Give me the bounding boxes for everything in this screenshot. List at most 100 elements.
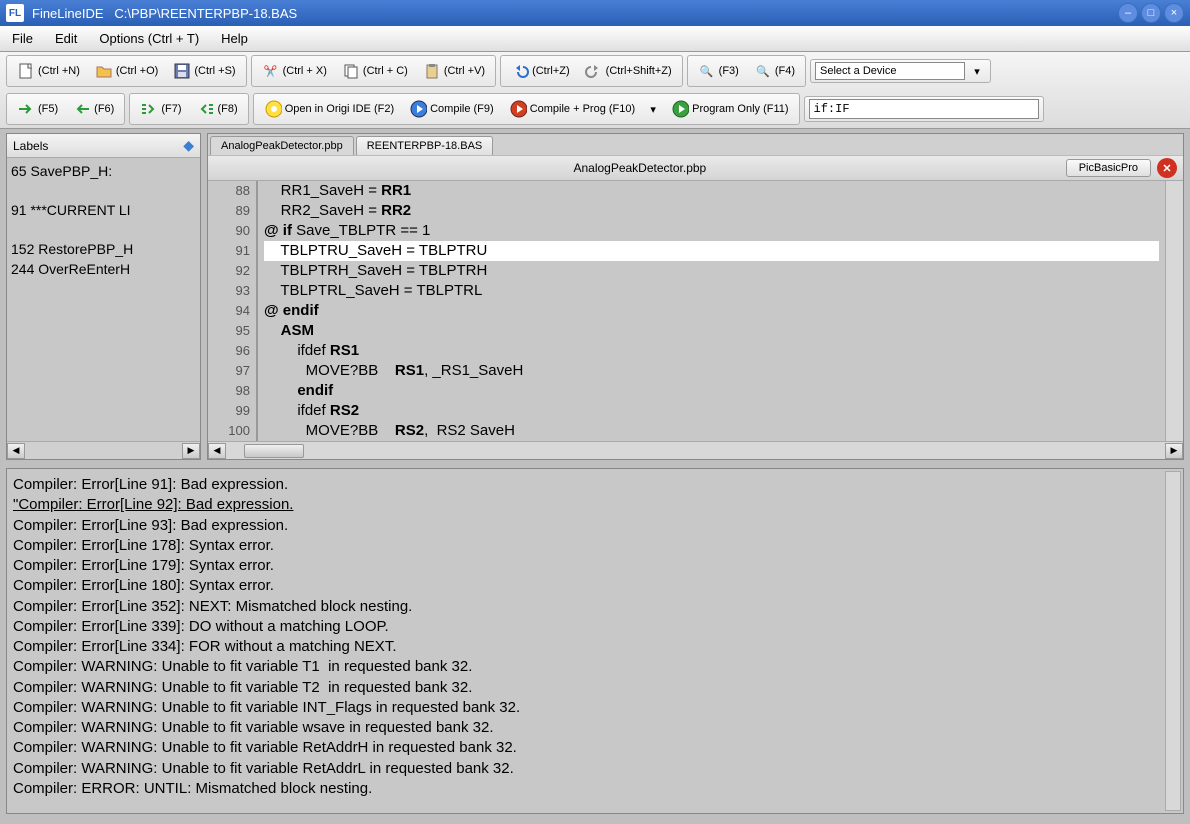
labels-row[interactable] — [11, 221, 196, 241]
language-button[interactable]: PicBasicPro — [1066, 159, 1151, 177]
play-red-icon — [509, 100, 527, 118]
diamond-icon: ◆ — [183, 137, 194, 154]
copy-button[interactable]: (Ctrl + C) — [336, 58, 414, 84]
app-logo: FL — [6, 4, 24, 22]
output-line[interactable]: Compiler: ERROR: UNTIL: Mismatched block… — [13, 779, 1177, 799]
maximize-button[interactable]: □ — [1141, 3, 1161, 23]
device-select[interactable] — [815, 62, 965, 80]
outdent-icon — [197, 100, 215, 118]
find-next-button[interactable]: 🔍(F4) — [748, 58, 801, 84]
open-origi-button[interactable]: Open in Origi IDE (F2) — [258, 96, 400, 122]
output-line[interactable]: Compiler: Error[Line 91]: Bad expression… — [13, 475, 1177, 495]
scrollbar-thumb[interactable] — [244, 444, 304, 458]
find-button[interactable]: 🔍(F3) — [692, 58, 745, 84]
code-line[interactable]: TBLPTRL_SaveH = TBLPTRL — [264, 281, 1159, 301]
menu-help[interactable]: Help — [217, 29, 252, 48]
menu-file[interactable]: File — [8, 29, 37, 48]
code-line[interactable]: ifdef RS1 — [264, 341, 1159, 361]
save-icon — [173, 62, 191, 80]
labels-row[interactable]: 244 OverReEnterH — [11, 260, 196, 280]
step-back-icon — [73, 100, 91, 118]
code-line[interactable]: TBLPTRH_SaveH = TBLPTRH — [264, 261, 1159, 281]
menu-options[interactable]: Options (Ctrl + T) — [95, 29, 203, 48]
output-line[interactable]: Compiler: WARNING: Unable to fit variabl… — [13, 678, 1177, 698]
code-line[interactable]: @ endif — [264, 301, 1159, 321]
compile-button[interactable]: Compile (F9) — [403, 96, 500, 122]
output-line[interactable]: Compiler: WARNING: Unable to fit variabl… — [13, 738, 1177, 758]
menu-bar: File Edit Options (Ctrl + T) Help — [0, 26, 1190, 52]
editor-header: AnalogPeakDetector.pbp PicBasicPro ✕ — [208, 155, 1183, 181]
output-line[interactable]: "Compiler: Error[Line 92]: Bad expressio… — [13, 495, 1177, 515]
copy-icon — [342, 62, 360, 80]
f5-button[interactable]: (F5) — [11, 96, 64, 122]
labels-panel: Labels◆ 65 SavePBP_H: 91 ***CURRENT LI 1… — [6, 133, 201, 460]
labels-row[interactable]: 152 RestorePBP_H — [11, 240, 196, 260]
code-area[interactable]: RR1_SaveH = RR1 RR2_SaveH = RR2@ if Save… — [258, 181, 1165, 441]
menu-edit[interactable]: Edit — [51, 29, 81, 48]
code-line[interactable]: RR1_SaveH = RR1 — [264, 181, 1159, 201]
labels-row[interactable] — [11, 182, 196, 202]
editor-vscrollbar[interactable] — [1165, 181, 1183, 441]
output-panel[interactable]: Compiler: Error[Line 91]: Bad expression… — [6, 468, 1184, 814]
code-line[interactable]: ifdef RS2 — [264, 401, 1159, 421]
new-button[interactable]: (Ctrl +N) — [11, 58, 86, 84]
labels-row[interactable]: 91 ***CURRENT LI — [11, 201, 196, 221]
code-line[interactable]: TBLPTRU_SaveH = TBLPTRU — [264, 241, 1159, 261]
compile-prog-button[interactable]: Compile + Prog (F10) — [503, 96, 641, 122]
tab-analog[interactable]: AnalogPeakDetector.pbp — [210, 136, 354, 155]
output-line[interactable]: Compiler: Error[Line 179]: Syntax error. — [13, 556, 1177, 576]
undo-button[interactable]: (Ctrl+Z) — [505, 58, 576, 84]
cut-button[interactable]: ✂️(Ctrl + X) — [256, 58, 333, 84]
output-line[interactable]: Compiler: WARNING: Unable to fit variabl… — [13, 718, 1177, 738]
code-line[interactable]: endif — [264, 381, 1159, 401]
code-line[interactable]: RR2_SaveH = RR2 — [264, 201, 1159, 221]
folder-open-icon — [95, 62, 113, 80]
open-button[interactable]: (Ctrl +O) — [89, 58, 164, 84]
redo-button[interactable]: (Ctrl+Shift+Z) — [579, 58, 678, 84]
dropdown-icon[interactable]: ▾ — [968, 62, 986, 80]
undo-icon — [511, 62, 529, 80]
indent-icon — [140, 100, 158, 118]
output-line[interactable]: Compiler: WARNING: Unable to fit variabl… — [13, 698, 1177, 718]
editor-panel: AnalogPeakDetector.pbp REENTERPBP-18.BAS… — [207, 133, 1184, 460]
minimize-button[interactable]: – — [1118, 3, 1138, 23]
f8-button[interactable]: (F8) — [191, 96, 244, 122]
output-line[interactable]: Compiler: Error[Line 180]: Syntax error. — [13, 576, 1177, 596]
f6-button[interactable]: (F6) — [67, 96, 120, 122]
new-file-icon — [17, 62, 35, 80]
program-only-button[interactable]: Program Only (F11) — [665, 96, 794, 122]
tab-reenter[interactable]: REENTERPBP-18.BAS — [356, 136, 494, 155]
labels-hscrollbar[interactable]: ◀▶ — [7, 441, 200, 459]
close-button[interactable]: × — [1164, 3, 1184, 23]
output-vscrollbar[interactable] — [1165, 471, 1181, 811]
editor-hscrollbar[interactable]: ◀▶ — [208, 441, 1183, 459]
scroll-left-button[interactable]: ◀ — [7, 443, 25, 459]
if-input[interactable] — [809, 99, 1039, 119]
scroll-left-button[interactable]: ◀ — [208, 443, 226, 459]
labels-list[interactable]: 65 SavePBP_H: 91 ***CURRENT LI 152 Resto… — [7, 158, 200, 441]
scroll-right-button[interactable]: ▶ — [1165, 443, 1183, 459]
paste-button[interactable]: (Ctrl +V) — [417, 58, 491, 84]
output-line[interactable]: Compiler: Error[Line 334]: FOR without a… — [13, 637, 1177, 657]
output-line[interactable]: Compiler: WARNING: Unable to fit variabl… — [13, 759, 1177, 779]
code-line[interactable]: MOVE?BB RS1, _RS1_SaveH — [264, 361, 1159, 381]
code-line[interactable]: @ if Save_TBLPTR == 1 — [264, 221, 1159, 241]
editor-title: AnalogPeakDetector.pbp — [573, 161, 706, 175]
labels-header[interactable]: Labels◆ — [7, 134, 200, 158]
play-blue-icon — [409, 100, 427, 118]
code-line[interactable]: MOVE?BB RS2, RS2 SaveH — [264, 421, 1159, 441]
save-button[interactable]: (Ctrl +S) — [167, 58, 241, 84]
editor-tabs: AnalogPeakDetector.pbp REENTERPBP-18.BAS — [208, 134, 1183, 155]
output-line[interactable]: Compiler: Error[Line 339]: DO without a … — [13, 617, 1177, 637]
output-line[interactable]: Compiler: WARNING: Unable to fit variabl… — [13, 657, 1177, 677]
editor-close-button[interactable]: ✕ — [1157, 158, 1177, 178]
code-line[interactable]: ASM — [264, 321, 1159, 341]
output-line[interactable]: Compiler: Error[Line 93]: Bad expression… — [13, 516, 1177, 536]
labels-row[interactable]: 65 SavePBP_H: — [11, 162, 196, 182]
dropdown-arrow-icon[interactable]: ▾ — [644, 100, 662, 118]
f7-button[interactable]: (F7) — [134, 96, 187, 122]
output-line[interactable]: Compiler: Error[Line 352]: NEXT: Mismatc… — [13, 597, 1177, 617]
scroll-right-button[interactable]: ▶ — [182, 443, 200, 459]
redo-icon — [585, 62, 603, 80]
output-line[interactable]: Compiler: Error[Line 178]: Syntax error. — [13, 536, 1177, 556]
